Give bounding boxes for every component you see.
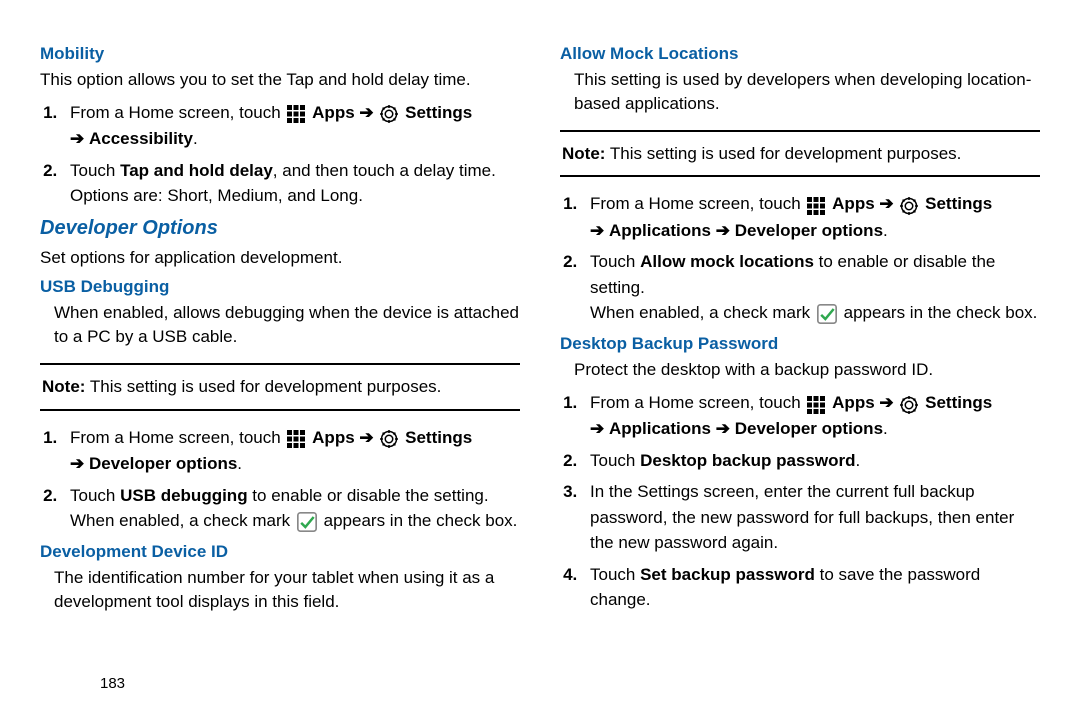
text: Touch: [590, 252, 640, 271]
gear-icon: [900, 192, 918, 218]
arrow-icon: ➔: [716, 221, 730, 240]
mock-note: Note: This setting is used for developme…: [560, 130, 1040, 178]
accessibility-label: Accessibility: [89, 129, 193, 148]
usb-debug-label: USB debugging: [120, 486, 247, 505]
devid-body: The identification number for your table…: [40, 566, 520, 614]
note-label: Note:: [42, 377, 85, 396]
settings-label: Settings: [405, 428, 472, 447]
arrow-icon: ➔: [359, 103, 373, 122]
note-label: Note:: [562, 144, 605, 163]
arrow-icon: ➔: [879, 393, 893, 412]
devoptions-label: Developer options: [735, 221, 883, 240]
mock-loc-label: Allow mock locations: [640, 252, 814, 271]
period: .: [193, 129, 198, 148]
mock-step1: From a Home screen, touch Apps ➔ Setting…: [582, 191, 1040, 243]
mock-steps: From a Home screen, touch Apps ➔ Setting…: [560, 191, 1040, 326]
left-column: Mobility This option allows you to set t…: [40, 38, 520, 622]
check-icon: [817, 301, 837, 327]
usb-step1: From a Home screen, touch Apps ➔ Setting…: [62, 425, 520, 477]
desktop-step4: Touch Set backup password to save the pa…: [582, 562, 1040, 613]
heading-mock-locations: Allow Mock Locations: [560, 44, 1040, 64]
mobility-step1: From a Home screen, touch Apps ➔ Setting…: [62, 100, 520, 152]
applications-label: Applications: [609, 419, 711, 438]
apps-icon: [287, 426, 305, 452]
text: From a Home screen, touch: [590, 393, 805, 412]
arrow-icon: ➔: [70, 129, 84, 148]
mobility-intro: This option allows you to set the Tap an…: [40, 68, 520, 92]
apps-label: Apps: [312, 428, 355, 447]
apps-icon: [807, 391, 825, 417]
desktop-step1: From a Home screen, touch Apps ➔ Setting…: [582, 390, 1040, 442]
text: From a Home screen, touch: [70, 428, 285, 447]
period: .: [237, 454, 242, 473]
text: From a Home screen, touch: [70, 103, 285, 122]
usb-steps: From a Home screen, touch Apps ➔ Setting…: [40, 425, 520, 535]
gear-icon: [900, 391, 918, 417]
usb-note: Note: This setting is used for developme…: [40, 363, 520, 411]
apps-label: Apps: [832, 393, 875, 412]
text: When enabled, a check mark: [590, 303, 815, 322]
mock-step2: Touch Allow mock locations to enable or …: [582, 249, 1040, 326]
text: Touch: [590, 565, 640, 584]
set-bkp-label: Set backup password: [640, 565, 815, 584]
mobility-step2: Touch Tap and hold delay, and then touch…: [62, 158, 520, 209]
gear-icon: [380, 426, 398, 452]
text: appears in the check box.: [324, 511, 518, 530]
text: From a Home screen, touch: [590, 194, 805, 213]
arrow-icon: ➔: [590, 419, 604, 438]
arrow-icon: ➔: [879, 194, 893, 213]
desktop-bkp-label: Desktop backup password: [640, 451, 855, 470]
desktop-step2: Touch Desktop backup password.: [582, 448, 1040, 474]
usb-intro: When enabled, allows debugging when the …: [40, 301, 520, 349]
page-number: 183: [100, 675, 125, 692]
apps-label: Apps: [312, 103, 355, 122]
page-content: Mobility This option allows you to set t…: [0, 0, 1080, 622]
period: .: [883, 221, 888, 240]
note-text: This setting is used for development pur…: [85, 377, 441, 396]
note-text: This setting is used for development pur…: [605, 144, 961, 163]
heading-dev-device-id: Development Device ID: [40, 542, 520, 562]
tap-hold-label: Tap and hold delay: [120, 161, 273, 180]
settings-label: Settings: [405, 103, 472, 122]
desktop-steps: From a Home screen, touch Apps ➔ Setting…: [560, 390, 1040, 613]
gear-icon: [380, 101, 398, 127]
devoptions-label: Developer options: [89, 454, 237, 473]
applications-label: Applications: [609, 221, 711, 240]
arrow-icon: ➔: [716, 419, 730, 438]
settings-label: Settings: [925, 393, 992, 412]
heading-desktop-backup: Desktop Backup Password: [560, 334, 1040, 354]
heading-usb-debugging: USB Debugging: [40, 277, 520, 297]
desktop-step3: In the Settings screen, enter the curren…: [582, 479, 1040, 556]
check-icon: [297, 509, 317, 535]
usb-step2: Touch USB debugging to enable or disable…: [62, 483, 520, 535]
apps-label: Apps: [832, 194, 875, 213]
text: appears in the check box.: [844, 303, 1038, 322]
heading-mobility: Mobility: [40, 44, 520, 64]
text: Touch: [70, 161, 120, 180]
arrow-icon: ➔: [359, 428, 373, 447]
period: .: [883, 419, 888, 438]
right-column: Allow Mock Locations This setting is use…: [560, 38, 1040, 622]
devopt-intro: Set options for application development.: [40, 246, 520, 270]
heading-developer-options: Developer Options: [40, 217, 520, 240]
mock-intro: This setting is used by developers when …: [560, 68, 1040, 116]
desktop-intro: Protect the desktop with a backup passwo…: [560, 358, 1040, 382]
text: Touch: [70, 486, 120, 505]
arrow-icon: ➔: [590, 221, 604, 240]
text: .: [855, 451, 860, 470]
text: Touch: [590, 451, 640, 470]
arrow-icon: ➔: [70, 454, 84, 473]
mobility-steps: From a Home screen, touch Apps ➔ Setting…: [40, 100, 520, 209]
apps-icon: [287, 101, 305, 127]
apps-icon: [807, 192, 825, 218]
devoptions-label: Developer options: [735, 419, 883, 438]
settings-label: Settings: [925, 194, 992, 213]
